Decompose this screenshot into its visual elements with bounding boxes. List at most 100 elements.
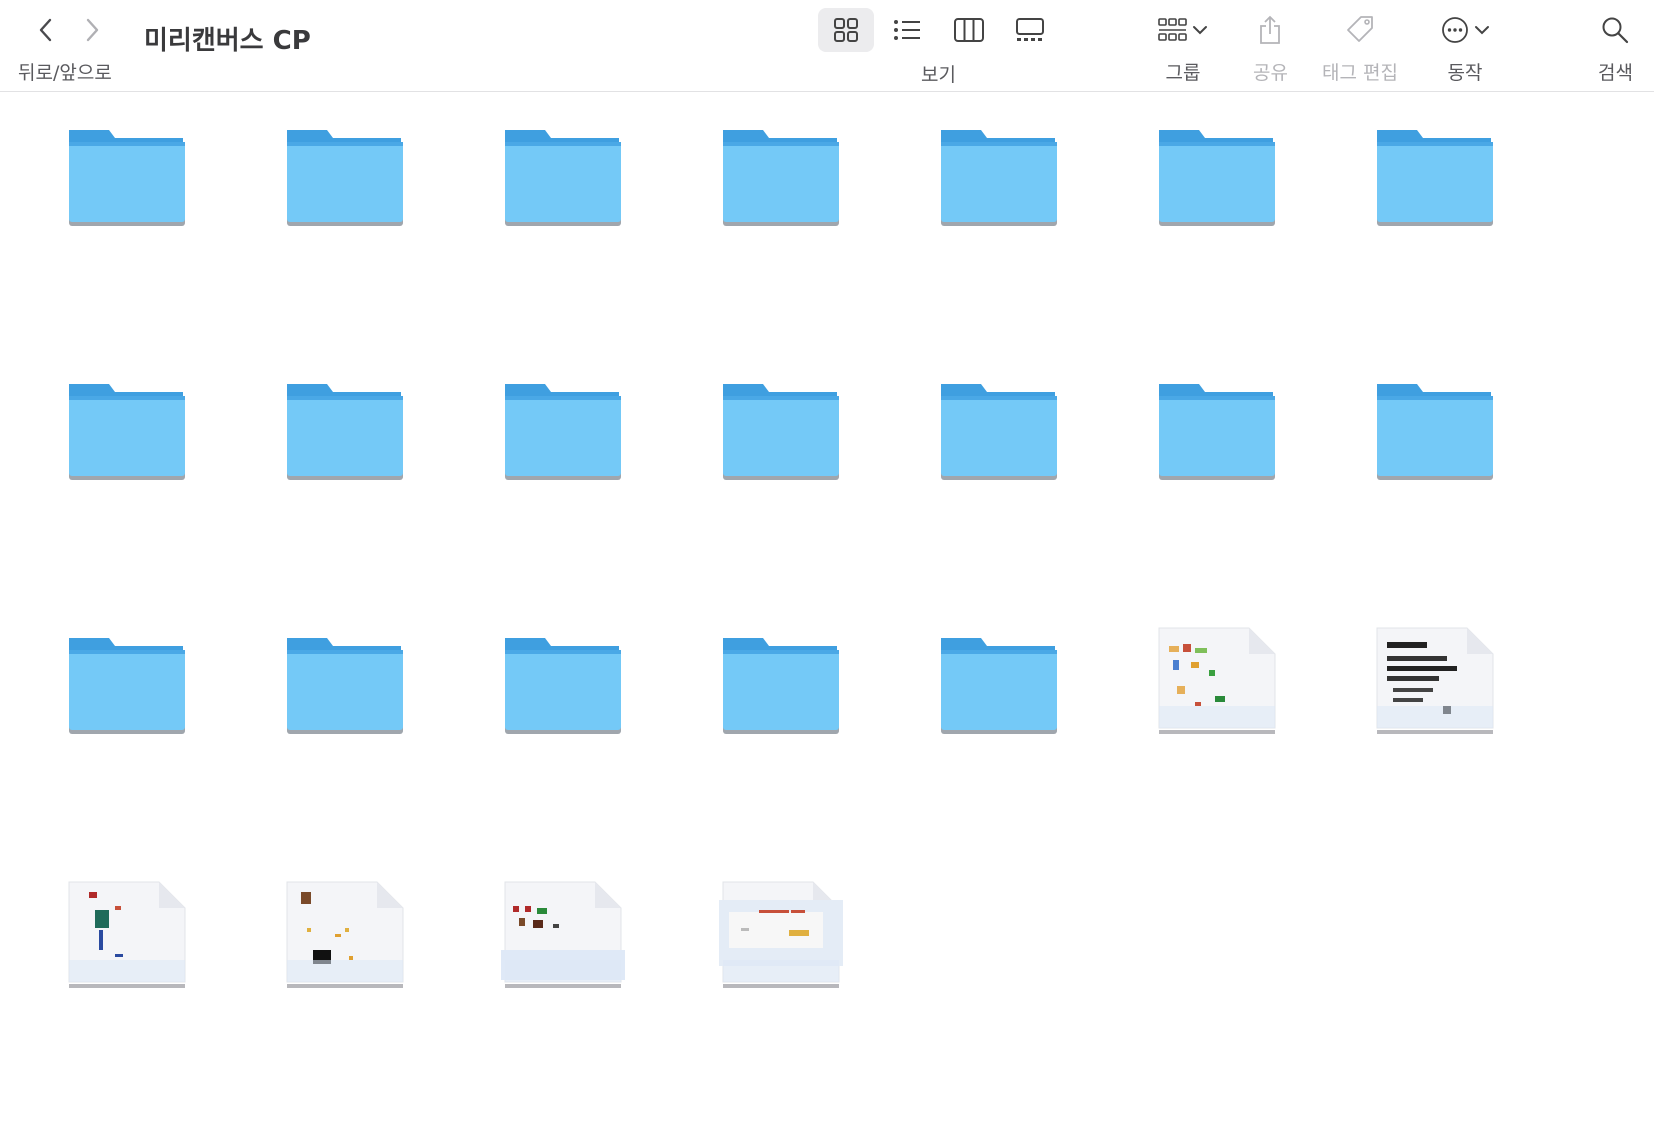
file-item[interactable] bbox=[1326, 626, 1544, 880]
folder-icon bbox=[287, 638, 403, 734]
list-view-button[interactable] bbox=[880, 8, 936, 52]
folder-item[interactable] bbox=[454, 372, 672, 626]
folder-thumb bbox=[283, 626, 407, 736]
folder-icon bbox=[69, 638, 185, 734]
folder-thumb bbox=[937, 626, 1061, 736]
back-forward-group: 뒤로/앞으로 bbox=[18, 10, 138, 84]
window-title: 미리캔버스 CP bbox=[144, 26, 311, 56]
folder-item[interactable] bbox=[672, 372, 890, 626]
action-label: 동작 bbox=[1447, 62, 1483, 84]
toolbar: 뒤로/앞으로 미리캔버스 CP 보기 그룹 공유 태그 편집 동작 검색 bbox=[0, 0, 1654, 92]
document-thumbnail-icon bbox=[1158, 627, 1276, 734]
tag-icon bbox=[1347, 16, 1373, 42]
document-thumbnail-icon bbox=[68, 881, 186, 988]
search-icon bbox=[1602, 17, 1629, 44]
folder-thumb bbox=[1373, 372, 1497, 482]
folder-thumb bbox=[501, 372, 625, 482]
folder-thumb bbox=[1155, 118, 1279, 228]
folder-icon bbox=[723, 130, 839, 226]
share-tool[interactable]: 공유 bbox=[1253, 8, 1288, 85]
folder-thumb bbox=[1155, 372, 1279, 482]
ellipsis-circle-icon bbox=[1442, 17, 1468, 43]
gallery-icon bbox=[1016, 18, 1045, 41]
folder-icon bbox=[505, 638, 621, 734]
folder-thumb bbox=[719, 372, 843, 482]
group-grid-icon bbox=[1158, 18, 1187, 41]
chevron-right-icon bbox=[86, 18, 99, 42]
share-icon bbox=[1260, 15, 1281, 44]
folder-thumb bbox=[937, 118, 1061, 228]
folder-icon bbox=[941, 638, 1057, 734]
folder-thumb bbox=[1373, 118, 1497, 228]
back-button[interactable] bbox=[32, 16, 60, 44]
file-item[interactable] bbox=[18, 880, 236, 1134]
file-item[interactable] bbox=[454, 880, 672, 1134]
folder-item[interactable] bbox=[672, 118, 890, 372]
folder-thumb bbox=[501, 626, 625, 736]
folder-thumb bbox=[937, 372, 1061, 482]
folder-item[interactable] bbox=[1326, 372, 1544, 626]
group-tool[interactable]: 그룹 bbox=[1158, 8, 1208, 85]
search-tool[interactable]: 검색 bbox=[1598, 8, 1633, 85]
folder-item[interactable] bbox=[890, 372, 1108, 626]
back-forward-label: 뒤로/앞으로 bbox=[18, 62, 112, 84]
folder-thumb bbox=[65, 118, 189, 228]
chevron-down-icon bbox=[1475, 26, 1489, 35]
folder-item[interactable] bbox=[236, 118, 454, 372]
file-thumb bbox=[283, 880, 407, 990]
group-label: 그룹 bbox=[1165, 62, 1201, 84]
folder-item[interactable] bbox=[454, 118, 672, 372]
file-thumb bbox=[1373, 626, 1497, 736]
file-item[interactable] bbox=[236, 880, 454, 1134]
file-item[interactable] bbox=[1108, 626, 1326, 880]
folder-thumb bbox=[501, 118, 625, 228]
list-icon bbox=[894, 20, 921, 40]
file-thumb bbox=[719, 880, 843, 990]
edit-tags-label: 태그 편집 bbox=[1322, 62, 1398, 84]
file-thumb bbox=[501, 880, 625, 990]
file-item[interactable] bbox=[672, 880, 890, 1134]
folder-thumb bbox=[65, 372, 189, 482]
columns-icon bbox=[953, 18, 984, 42]
folder-icon bbox=[941, 384, 1057, 480]
folder-icon bbox=[941, 130, 1057, 226]
folder-item[interactable] bbox=[18, 372, 236, 626]
folder-item[interactable] bbox=[1108, 372, 1326, 626]
folder-item[interactable] bbox=[890, 626, 1108, 880]
document-thumbnail-icon bbox=[719, 881, 843, 988]
chevron-left-icon bbox=[39, 18, 52, 42]
folder-thumb bbox=[283, 118, 407, 228]
folder-item[interactable] bbox=[672, 626, 890, 880]
folder-item[interactable] bbox=[1326, 118, 1544, 372]
view-switcher: 보기 bbox=[818, 8, 1059, 86]
folder-icon bbox=[723, 638, 839, 734]
folder-icon bbox=[505, 130, 621, 226]
forward-button[interactable] bbox=[78, 16, 106, 44]
folder-item[interactable] bbox=[890, 118, 1108, 372]
icon-view-button[interactable] bbox=[818, 8, 874, 52]
folder-icon bbox=[1377, 130, 1493, 226]
action-tool[interactable]: 동작 bbox=[1440, 8, 1490, 85]
edit-tags-tool[interactable]: 태그 편집 bbox=[1322, 8, 1398, 85]
folder-item[interactable] bbox=[236, 626, 454, 880]
grid-icon bbox=[833, 18, 858, 42]
document-thumbnail-icon bbox=[1376, 627, 1494, 734]
folder-item[interactable] bbox=[18, 118, 236, 372]
folder-item[interactable] bbox=[18, 626, 236, 880]
share-label: 공유 bbox=[1253, 62, 1288, 84]
folder-icon bbox=[1159, 130, 1275, 226]
column-view-button[interactable] bbox=[941, 8, 997, 52]
folder-item[interactable] bbox=[1108, 118, 1326, 372]
folder-icon bbox=[287, 384, 403, 480]
gallery-view-button[interactable] bbox=[1003, 8, 1059, 52]
folder-icon bbox=[1159, 384, 1275, 480]
folder-icon bbox=[505, 384, 621, 480]
folder-icon bbox=[723, 384, 839, 480]
folder-thumb bbox=[719, 118, 843, 228]
folder-icon bbox=[69, 384, 185, 480]
search-label: 검색 bbox=[1598, 62, 1633, 84]
folder-thumb bbox=[65, 626, 189, 736]
file-thumb bbox=[65, 880, 189, 990]
folder-item[interactable] bbox=[236, 372, 454, 626]
folder-item[interactable] bbox=[454, 626, 672, 880]
